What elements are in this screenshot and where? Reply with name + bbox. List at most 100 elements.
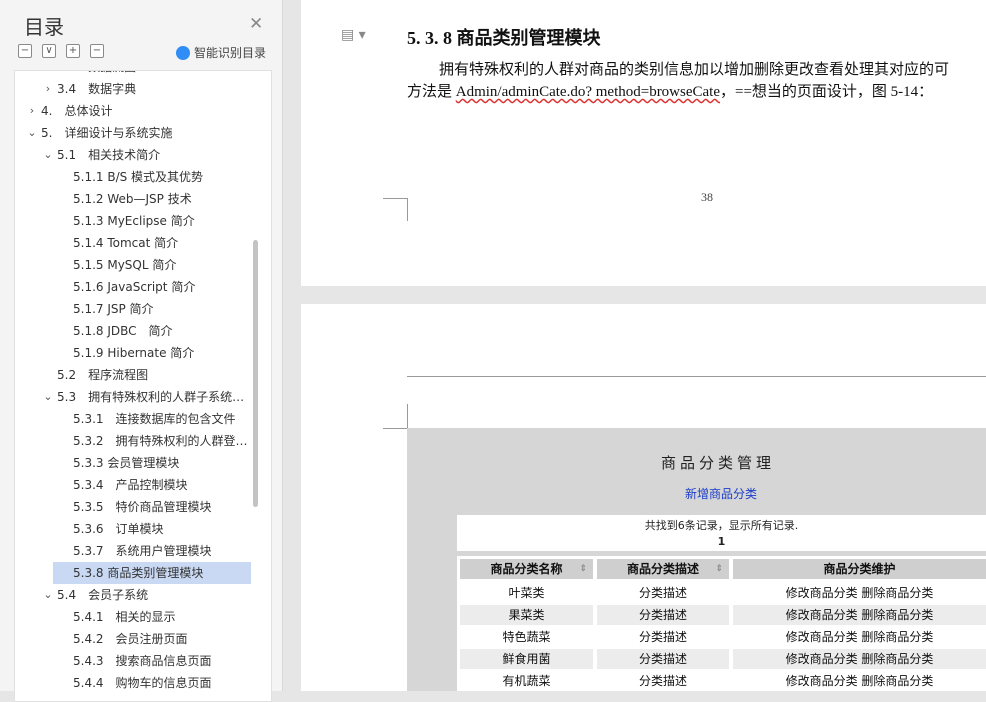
smart-toc-button[interactable]: 智能识别目录 [176, 44, 266, 61]
category-actions-cell: 修改商品分类 删除商品分类 [733, 671, 986, 691]
toc-item-label: 5.1.8 JDBC 简介 [73, 324, 173, 338]
toc-item-label: 5.3.7 系统用户管理模块 [73, 544, 212, 558]
toc-item[interactable]: 5.3.6 订单模块 [15, 518, 253, 540]
toc-item-label: 5.3.8 商品类别管理模块 [73, 566, 204, 580]
toc-item-label: 5.4.3 搜索商品信息页面 [73, 654, 212, 668]
crop-mark [383, 198, 408, 221]
chevron-down-icon[interactable]: ⌄ [43, 584, 53, 606]
toc-item[interactable]: 5.3.5 特价商品管理模块 [15, 496, 253, 518]
toc-item[interactable]: 5.2 程序流程图 [15, 364, 253, 386]
edit-category-link[interactable]: 修改商品分类 [786, 652, 858, 666]
document-page: ▤ ▾ 5. 3. 8 商品类别管理模块 拥有特殊权利的人群对商品的类别信息加以… [301, 0, 986, 286]
embedded-screenshot: 商品分类管理 新增商品分类 共找到6条记录，显示所有记录. 1 商品分类名称 ⇕ … [407, 428, 986, 691]
toc-item[interactable]: 3.3 数据流图 [15, 71, 253, 78]
toc-item[interactable]: 5.1.9 Hibernate 简介 [15, 342, 253, 364]
toc-item-label: 5.1 相关技术简介 [57, 148, 161, 162]
edit-category-link[interactable]: 修改商品分类 [786, 586, 858, 600]
crop-mark [383, 404, 408, 429]
toc-item[interactable]: 5.1.1 B/S 模式及其优势 [15, 166, 253, 188]
edit-category-link[interactable]: 修改商品分类 [786, 630, 858, 644]
toc-item[interactable]: 5.3.3 会员管理模块 [15, 452, 253, 474]
chevron-right-icon[interactable]: › [43, 78, 53, 100]
toc-item-label: 5.3.1 连接数据库的包含文件 [73, 412, 236, 426]
toc-item[interactable]: 5.4.1 相关的显示 [15, 606, 253, 628]
record-info: 共找到6条记录，显示所有记录. 1 [457, 515, 986, 551]
chevron-down-icon[interactable]: ⌄ [43, 144, 53, 166]
column-header-desc[interactable]: 商品分类描述 ⇕ [597, 559, 729, 579]
toc-item[interactable]: ⌄ 5.4 会员子系统 [15, 584, 253, 606]
toc-item-label: 5.3.5 特价商品管理模块 [73, 500, 212, 514]
add-category-link[interactable]: 新增商品分类 [685, 485, 757, 502]
toc-item-label: 3.4 数据字典 [57, 82, 137, 96]
chevron-down-icon[interactable]: ⌄ [43, 386, 53, 408]
toc-item[interactable]: ⌄ 5.1 相关技术简介 [15, 144, 253, 166]
category-table: 商品分类名称 ⇕ 商品分类描述 ⇕ 商品分类维护 叶菜类 分类描述 修改商品分类 删除商… [457, 556, 986, 691]
add-heading-button[interactable]: + [66, 44, 80, 58]
screenshot-title: 商品分类管理 [661, 454, 776, 472]
toc-item-label: 5.4.1 相关的显示 [73, 610, 176, 624]
toc-item[interactable]: 5.1.8 JDBC 简介 [15, 320, 253, 342]
toc-item[interactable]: 5.1.7 JSP 简介 [15, 298, 253, 320]
toc-item[interactable]: ⌄ 5. 详细设计与系统实施 [15, 122, 253, 144]
edit-category-link[interactable]: 修改商品分类 [786, 608, 858, 622]
category-name-cell: 特色蔬菜 [502, 630, 551, 644]
toc-item-label: 5.1.3 MyEclipse 简介 [73, 214, 195, 228]
collapse-all-button[interactable]: − [18, 44, 32, 58]
toc-item-label: 5.3.4 产品控制模块 [73, 478, 188, 492]
toc-item[interactable]: 5.1.2 Web—JSP 技术 [15, 188, 253, 210]
toc-item[interactable]: 5.4.2 会员注册页面 [15, 628, 253, 650]
toc-item[interactable]: 5.4.3 搜索商品信息页面 [15, 650, 253, 672]
toc-item-label: 4. 总体设计 [41, 104, 113, 118]
toc-item[interactable]: › 4. 总体设计 [15, 100, 253, 122]
smart-toc-label: 智能识别目录 [194, 46, 267, 60]
delete-category-link[interactable]: 删除商品分类 [861, 630, 933, 644]
sort-icon: ⇕ [579, 564, 587, 574]
toc-item[interactable]: 5.3.4 产品控制模块 [15, 474, 253, 496]
category-actions-cell: 修改商品分类 删除商品分类 [733, 605, 986, 625]
delete-category-link[interactable]: 删除商品分类 [861, 674, 933, 688]
delete-category-link[interactable]: 删除商品分类 [861, 608, 933, 622]
delete-category-link[interactable]: 删除商品分类 [861, 586, 933, 600]
toc-item[interactable]: 5.3.8 商品类别管理模块 [53, 562, 251, 584]
toc-item[interactable]: 5.1.6 JavaScript 简介 [15, 276, 253, 298]
toc-item[interactable]: › 3.4 数据字典 [15, 78, 253, 100]
toc-item-label: 5.4.2 会员注册页面 [73, 632, 188, 646]
toc-item[interactable]: 5.1.3 MyEclipse 简介 [15, 210, 253, 232]
column-header-name[interactable]: 商品分类名称 ⇕ [460, 559, 593, 579]
column-header-label: 商品分类名称 [490, 562, 563, 576]
category-desc-cell: 分类描述 [638, 674, 687, 688]
toc-item-label: 5.1.6 JavaScript 简介 [73, 280, 196, 294]
close-icon[interactable]: ✕ [249, 14, 263, 34]
column-header-label: 商品分类维护 [823, 562, 896, 576]
toc-item-label: 5.1.2 Web—JSP 技术 [73, 192, 192, 206]
doc-view-icon[interactable]: ▤ ▾ [341, 27, 366, 43]
category-name-cell: 鲜食用菌 [460, 649, 593, 669]
spellcheck-text: Admin/adminCate.do? method=browseCate [455, 84, 721, 100]
category-actions-cell: 修改商品分类 删除商品分类 [733, 649, 986, 669]
toc-item[interactable]: ⌄ 5.3 拥有特殊权利的人群子系统实现 [15, 386, 253, 408]
document-area: ▤ ▾ 5. 3. 8 商品类别管理模块 拥有特殊权利的人群对商品的类别信息加以… [283, 0, 986, 691]
toc-item-label: 5.1.1 B/S 模式及其优势 [73, 170, 204, 184]
category-desc-cell: 分类描述 [597, 649, 729, 669]
delete-category-link[interactable]: 删除商品分类 [861, 652, 933, 666]
toc-item[interactable]: 5.3.2 拥有特殊权利的人群登录页面 [15, 430, 253, 452]
toc-item-label: 3.3 数据流图 [57, 71, 249, 78]
toc-item[interactable]: 5.3.7 系统用户管理模块 [15, 540, 253, 562]
chevron-down-icon[interactable]: ⌄ [27, 122, 37, 144]
page-number: 38 [701, 190, 713, 204]
toc-item[interactable]: 5.1.5 MySQL 简介 [15, 254, 253, 276]
category-name-cell: 果菜类 [460, 605, 593, 625]
category-actions-cell: 修改商品分类 删除商品分类 [733, 627, 986, 647]
expand-all-button[interactable]: ∨ [42, 44, 56, 58]
chevron-right-icon[interactable]: › [27, 100, 37, 122]
edit-category-link[interactable]: 修改商品分类 [786, 674, 858, 688]
page-link[interactable]: 1 [457, 535, 986, 548]
toc-item[interactable]: 5.1.4 Tomcat 简介 [15, 232, 253, 254]
body-text-line: 方法是 Admin/adminCate.do? method=browseCat… [407, 80, 933, 101]
remove-heading-button[interactable]: − [90, 44, 104, 58]
toc-item-label: 5.1.4 Tomcat 简介 [73, 236, 179, 250]
toc-scrollbar[interactable] [253, 240, 258, 507]
toc-item[interactable]: 5.3.1 连接数据库的包含文件 [15, 408, 253, 430]
document-page: 商品分类管理 新增商品分类 共找到6条记录，显示所有记录. 1 商品分类名称 ⇕ … [301, 304, 986, 691]
body-text-line: 拥有特殊权利的人群对商品的类别信息加以增加删除更改查看处理其对应的可 [439, 62, 950, 78]
